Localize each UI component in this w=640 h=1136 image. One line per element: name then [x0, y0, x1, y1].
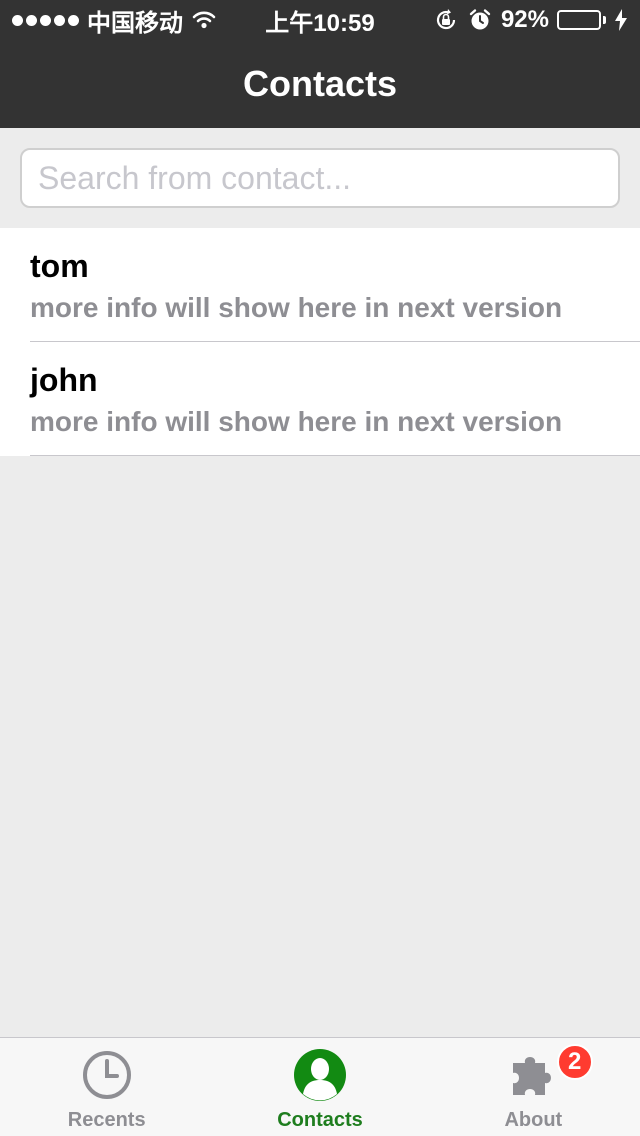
contact-name: john: [30, 362, 98, 398]
signal-dots-icon: [12, 14, 79, 26]
tab-about[interactable]: 2 About: [427, 1038, 640, 1136]
alarm-icon: [467, 7, 493, 33]
contact-row-john[interactable]: john more info will show here in next ve…: [0, 342, 640, 456]
status-bar-left: 中国移动: [12, 3, 217, 38]
contact-row-tom[interactable]: tom more info will show here in next ver…: [0, 228, 640, 342]
puzzle-icon: [513, 1057, 552, 1095]
tab-recents[interactable]: Recents: [0, 1038, 213, 1136]
person-icon: [293, 1049, 346, 1101]
page-title: Contacts: [242, 63, 398, 104]
battery-icon: [557, 10, 606, 30]
navigation-bar: Contacts: [0, 40, 640, 128]
contacts-screen: 中国移动 上午10:59 92% Contacts Search from co…: [0, 0, 640, 1136]
tab-bar: Recents Contacts 2 About: [0, 1037, 640, 1136]
battery-percent: 92%: [500, 6, 549, 33]
clock-icon: [82, 1051, 131, 1099]
search-bar: [0, 128, 640, 228]
wifi-icon: [191, 7, 217, 33]
contact-name: tom: [30, 248, 89, 284]
carrier-label: 中国移动: [87, 9, 183, 37]
contact-info: more info will show here in next version: [30, 406, 563, 437]
tab-label-contacts: Contacts: [277, 1109, 363, 1131]
charging-icon: [614, 7, 628, 33]
status-bar: 中国移动 上午10:59 92%: [0, 0, 640, 40]
status-bar-right: 92%: [433, 6, 628, 34]
contact-list: tom more info will show here in next ver…: [0, 228, 640, 456]
notification-badge: 2: [556, 1044, 593, 1080]
tab-contacts[interactable]: Contacts: [213, 1038, 426, 1136]
orientation-lock-icon: [433, 7, 459, 33]
tab-label-recents: Recents: [67, 1109, 146, 1131]
tab-label-about: About: [504, 1109, 563, 1131]
contact-info: more info will show here in next version: [30, 292, 563, 323]
search-input[interactable]: [20, 148, 620, 208]
